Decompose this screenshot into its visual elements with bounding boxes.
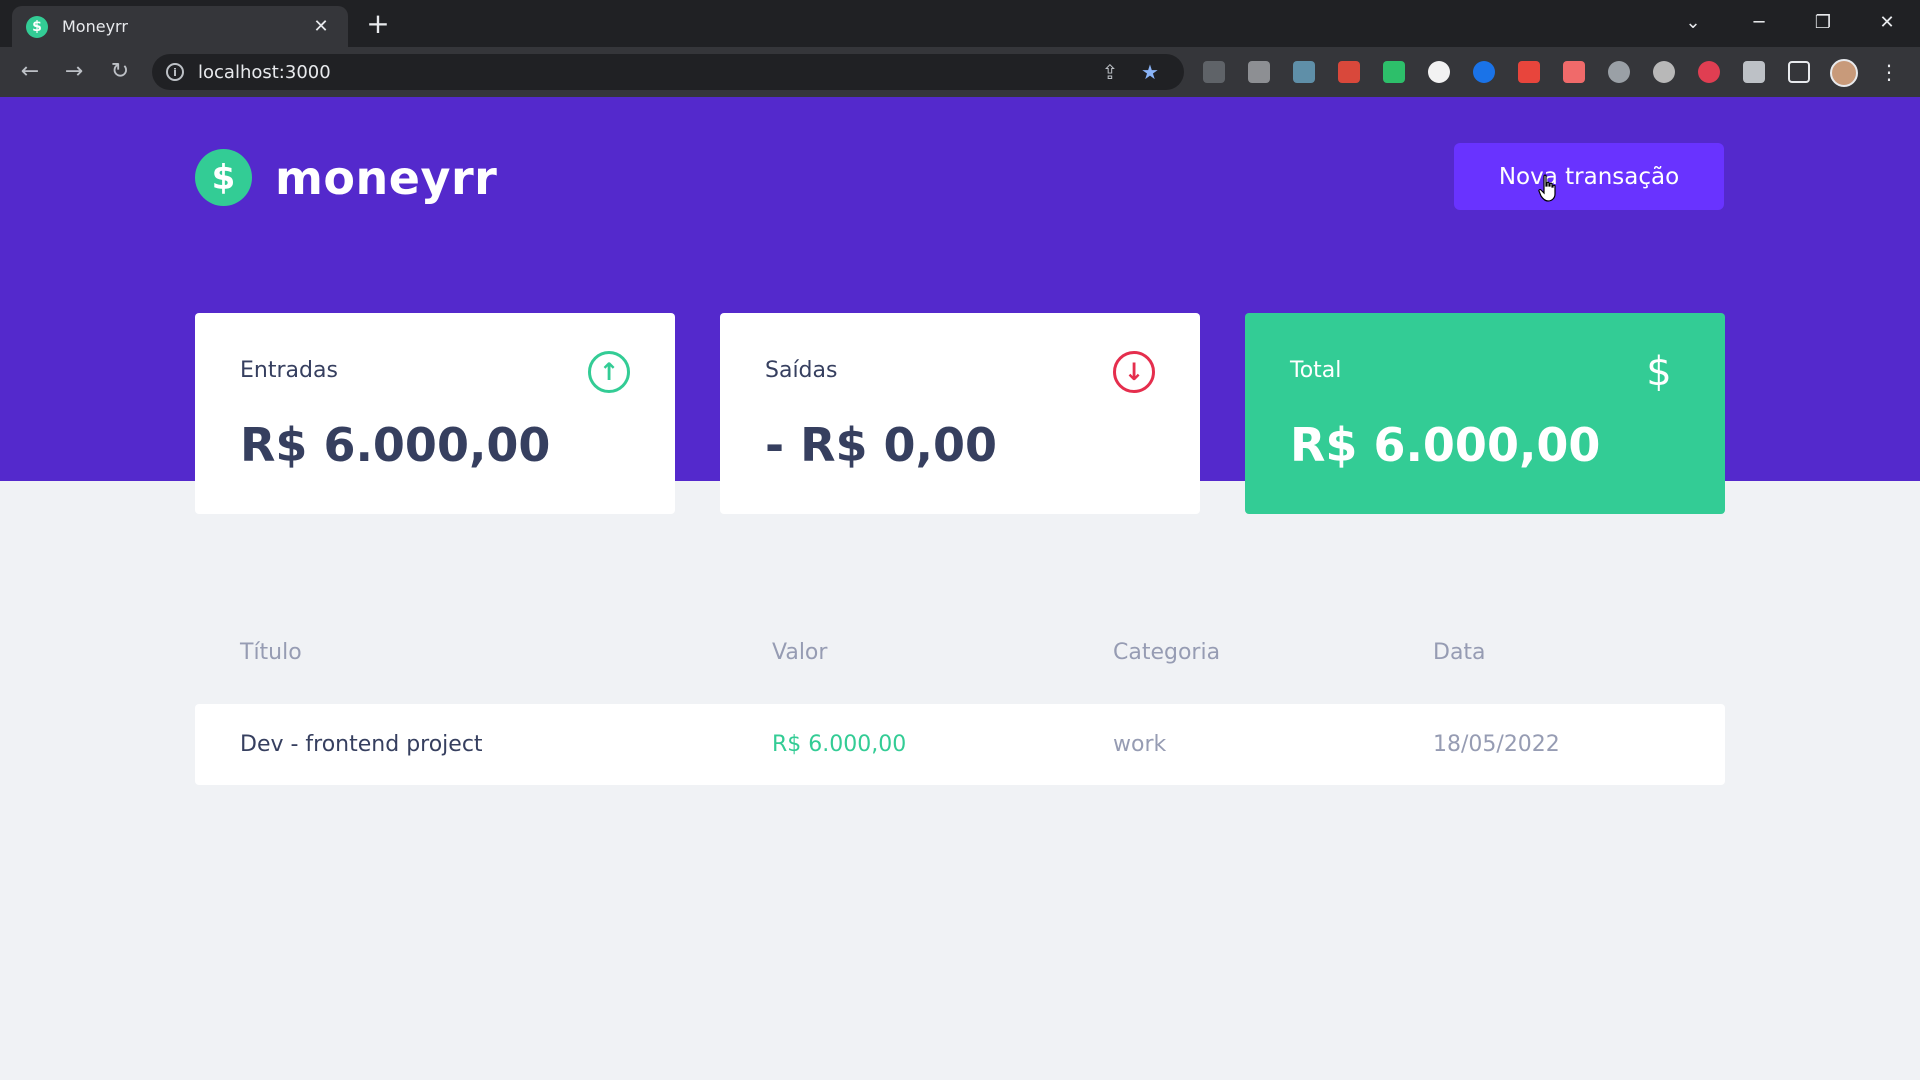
extension-todo-icon[interactable] [1518,61,1540,83]
restore-button[interactable]: ❐ [1800,6,1846,40]
total-value: R$ 6.000,00 [1290,418,1601,472]
share-icon[interactable]: ⇪ [1090,60,1130,84]
outcome-label: Saídas [765,358,838,383]
column-header-title: Título [240,639,302,665]
logo: $ moneyrr [195,149,497,206]
extension-pen-icon[interactable] [1383,61,1405,83]
column-header-date: Data [1433,639,1486,665]
tab-search-icon[interactable]: ⌄ [1670,6,1716,40]
income-value: R$ 6.000,00 [240,418,551,472]
table-row: Dev - frontend project R$ 6.000,00 work … [195,704,1725,785]
summary-cards: Entradas ↑ R$ 6.000,00 Saídas ↓ - R$ 0,0… [195,313,1725,514]
tab-close-icon[interactable]: ✕ [308,16,334,37]
transaction-date: 18/05/2022 [1433,732,1560,757]
back-button[interactable]: ← [14,56,46,88]
dollar-logo-icon: $ [195,149,252,206]
dollar-icon: $ [1646,349,1672,395]
address-bar[interactable]: i localhost:3000 ⇪ ★ [152,54,1184,90]
browser-tab[interactable]: $ Moneyrr ✕ [12,6,348,47]
extension-shield-icon[interactable] [1203,61,1225,83]
hand-cursor-icon [1538,174,1556,202]
extension-glasses-icon[interactable] [1653,61,1675,83]
transaction-title: Dev - frontend project [240,732,483,757]
extensions-puzzle-icon[interactable] [1743,61,1765,83]
site-info-icon[interactable]: i [166,63,184,81]
income-label: Entradas [240,358,338,383]
transactions-table-header: Título Valor Categoria Data [195,632,1725,672]
minimize-button[interactable]: ─ [1736,6,1782,40]
extension-c-icon[interactable] [1473,61,1495,83]
browser-toolbar: ← → ↻ i localhost:3000 ⇪ ★ ⋮ [0,47,1920,97]
profile-avatar[interactable] [1830,59,1858,87]
brand-name: moneyrr [275,150,498,205]
tab-title: Moneyrr [62,17,128,36]
browser-menu-icon[interactable]: ⋮ [1876,59,1902,85]
extension-radio-icon[interactable] [1248,61,1270,83]
column-header-category: Categoria [1113,639,1221,665]
total-card: Total $ R$ 6.000,00 [1245,313,1725,514]
income-card: Entradas ↑ R$ 6.000,00 [195,313,675,514]
reload-button[interactable]: ↻ [104,56,136,88]
tab-favicon-icon: $ [26,15,48,38]
extension-bug-icon[interactable] [1338,61,1360,83]
url-text[interactable]: localhost:3000 [198,62,1090,83]
side-panel-icon[interactable] [1788,61,1810,83]
outcome-value: - R$ 0,00 [765,418,998,472]
extension-target-icon[interactable] [1608,61,1630,83]
bookmark-star-icon[interactable]: ★ [1130,60,1170,84]
forward-button[interactable]: → [58,56,90,88]
new-transaction-button[interactable]: Nova transação [1454,143,1724,210]
extension-video-icon[interactable] [1563,61,1585,83]
transaction-amount: R$ 6.000,00 [772,732,907,757]
new-tab-button[interactable]: + [362,9,394,41]
extension-heart-icon[interactable] [1698,61,1720,83]
column-header-amount: Valor [772,639,828,665]
arrow-down-circle-icon: ↓ [1113,351,1155,393]
outcome-card: Saídas ↓ - R$ 0,00 [720,313,1200,514]
arrow-up-circle-icon: ↑ [588,351,630,393]
page: $ moneyrr Nova transação Entradas ↑ R$ 6… [0,97,1920,1080]
transaction-category: work [1113,732,1167,757]
extension-compass-icon[interactable] [1428,61,1450,83]
total-label: Total [1290,358,1342,383]
extension-s-icon[interactable] [1293,61,1315,83]
window-close-button[interactable]: ✕ [1864,6,1910,40]
browser-tab-strip: $ Moneyrr ✕ + ⌄ ─ ❐ ✕ [0,0,1920,47]
